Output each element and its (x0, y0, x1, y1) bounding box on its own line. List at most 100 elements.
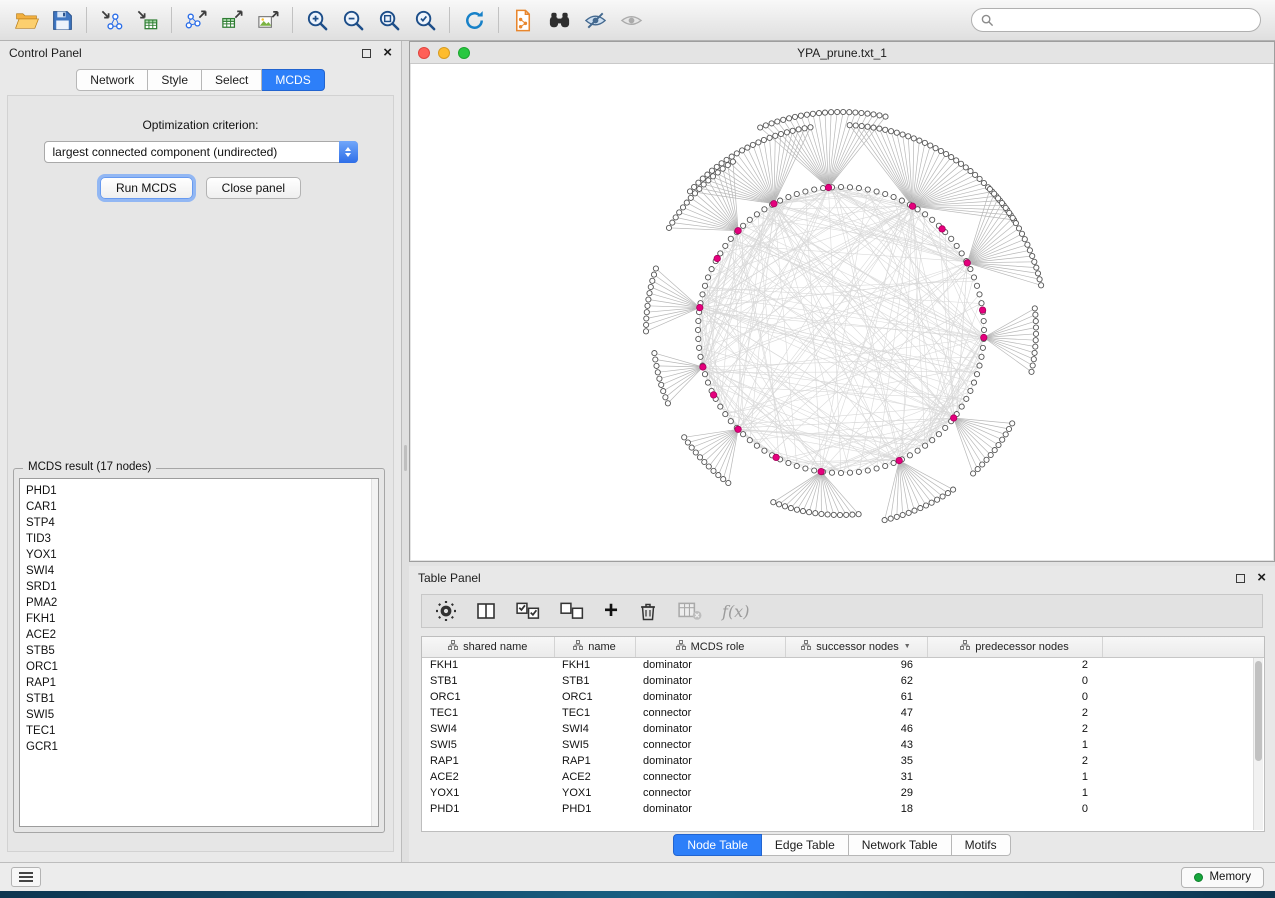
table-cell[interactable]: 18 (785, 801, 927, 817)
criterion-select[interactable]: largest connected component (undirected) (44, 141, 358, 163)
table-cell[interactable]: YOX1 (554, 785, 635, 801)
toggle-birds-eye-button[interactable] (613, 4, 649, 36)
close-panel-button[interactable]: Close panel (206, 177, 301, 199)
mcds-result-item[interactable]: TEC1 (26, 723, 378, 739)
unselect-all-button[interactable] (560, 598, 584, 624)
mcds-result-item[interactable]: STB5 (26, 643, 378, 659)
table-cell[interactable]: ORC1 (554, 689, 635, 705)
mcds-result-item[interactable]: SWI5 (26, 707, 378, 723)
save-session-button[interactable] (44, 4, 80, 36)
import-table-button[interactable] (129, 4, 165, 36)
table-row[interactable]: FKH1FKH1dominator962 (422, 657, 1264, 673)
table-cell[interactable]: 0 (927, 689, 1102, 705)
table-scrollbar-thumb[interactable] (1255, 661, 1262, 761)
table-cell[interactable]: connector (635, 769, 785, 785)
show-columns-button[interactable] (476, 598, 496, 624)
import-network-button[interactable] (93, 4, 129, 36)
column-header-predecessor-nodes[interactable]: predecessor nodes (927, 637, 1102, 657)
table-cell[interactable]: connector (635, 705, 785, 721)
table-row[interactable]: ORC1ORC1dominator610 (422, 689, 1264, 705)
table-cell[interactable]: 2 (927, 705, 1102, 721)
table-row[interactable]: STB1STB1dominator620 (422, 673, 1264, 689)
table-cell[interactable]: YOX1 (422, 785, 554, 801)
table-cell[interactable]: 31 (785, 769, 927, 785)
select-all-button[interactable] (516, 598, 540, 624)
zoom-selected-button[interactable] (407, 4, 443, 36)
mcds-list-scrollbar[interactable] (371, 479, 378, 826)
float-panel-icon[interactable] (362, 49, 371, 58)
table-tab-network-table[interactable]: Network Table (849, 834, 952, 856)
table-cell[interactable]: dominator (635, 753, 785, 769)
table-cell[interactable]: 2 (927, 657, 1102, 673)
column-header-successor-nodes[interactable]: successor nodes▼ (785, 637, 927, 657)
zoom-fit-button[interactable] (371, 4, 407, 36)
table-cell[interactable]: ACE2 (554, 769, 635, 785)
mcds-result-item[interactable]: STB1 (26, 691, 378, 707)
table-cell[interactable]: 1 (927, 785, 1102, 801)
network-canvas[interactable] (411, 64, 1273, 560)
table-cell[interactable]: 96 (785, 657, 927, 673)
table-cell[interactable]: 47 (785, 705, 927, 721)
mcds-result-item[interactable]: YOX1 (26, 547, 378, 563)
column-header-shared-name[interactable]: shared name (422, 637, 554, 657)
table-cell[interactable]: 61 (785, 689, 927, 705)
table-row[interactable]: RAP1RAP1dominator352 (422, 753, 1264, 769)
table-cell[interactable]: 2 (927, 753, 1102, 769)
close-window-button[interactable] (418, 47, 430, 59)
zoom-out-button[interactable] (335, 4, 371, 36)
table-cell[interactable]: dominator (635, 801, 785, 817)
table-row[interactable]: SWI5SWI5connector431 (422, 737, 1264, 753)
mcds-result-item[interactable]: SRD1 (26, 579, 378, 595)
table-cell[interactable]: STB1 (422, 673, 554, 689)
run-mcds-button[interactable]: Run MCDS (100, 177, 193, 199)
export-network-button[interactable] (178, 4, 214, 36)
table-cell[interactable]: ACE2 (422, 769, 554, 785)
mcds-result-item[interactable]: SWI4 (26, 563, 378, 579)
mcds-result-item[interactable]: STP4 (26, 515, 378, 531)
table-cell[interactable]: PHD1 (554, 801, 635, 817)
combo-stepper-icon[interactable] (339, 141, 358, 163)
minimize-window-button[interactable] (438, 47, 450, 59)
table-scrollbar[interactable] (1253, 658, 1263, 830)
maximize-window-button[interactable] (458, 47, 470, 59)
table-cell[interactable]: connector (635, 785, 785, 801)
open-session-button[interactable] (8, 4, 44, 36)
table-cell[interactable]: FKH1 (422, 657, 554, 673)
memory-button[interactable]: Memory (1181, 867, 1264, 888)
table-cell[interactable]: dominator (635, 721, 785, 737)
column-header-MCDS-role[interactable]: MCDS role (635, 637, 785, 657)
search-network-button[interactable] (541, 4, 577, 36)
tab-select[interactable]: Select (202, 69, 262, 91)
table-cell[interactable]: SWI5 (422, 737, 554, 753)
table-tab-node-table[interactable]: Node Table (673, 834, 762, 856)
table-row[interactable]: TEC1TEC1connector472 (422, 705, 1264, 721)
table-cell[interactable]: RAP1 (554, 753, 635, 769)
open-in-browser-button[interactable] (505, 4, 541, 36)
refresh-network-button[interactable] (456, 4, 492, 36)
export-image-button[interactable] (250, 4, 286, 36)
table-cell[interactable]: 1 (927, 769, 1102, 785)
add-row-button[interactable]: + (604, 598, 618, 624)
close-panel-icon[interactable]: × (383, 48, 392, 58)
table-cell[interactable]: PHD1 (422, 801, 554, 817)
table-tab-motifs[interactable]: Motifs (952, 834, 1011, 856)
table-cell[interactable]: SWI5 (554, 737, 635, 753)
table-cell[interactable]: 0 (927, 673, 1102, 689)
table-cell[interactable]: dominator (635, 673, 785, 689)
table-cell[interactable]: dominator (635, 657, 785, 673)
mcds-result-item[interactable]: GCR1 (26, 739, 378, 755)
mcds-result-item[interactable]: CAR1 (26, 499, 378, 515)
table-cell[interactable]: FKH1 (554, 657, 635, 673)
mcds-result-item[interactable]: FKH1 (26, 611, 378, 627)
table-row[interactable]: ACE2ACE2connector311 (422, 769, 1264, 785)
table-cell[interactable]: 62 (785, 673, 927, 689)
mcds-result-item[interactable]: TID3 (26, 531, 378, 547)
export-table-button[interactable] (214, 4, 250, 36)
table-cell[interactable]: connector (635, 737, 785, 753)
tab-mcds[interactable]: MCDS (262, 69, 324, 91)
toggle-details-button[interactable] (577, 4, 613, 36)
float-panel-icon[interactable] (1236, 574, 1245, 583)
mcds-result-item[interactable]: ORC1 (26, 659, 378, 675)
table-cell[interactable]: STB1 (554, 673, 635, 689)
tab-style[interactable]: Style (148, 69, 202, 91)
